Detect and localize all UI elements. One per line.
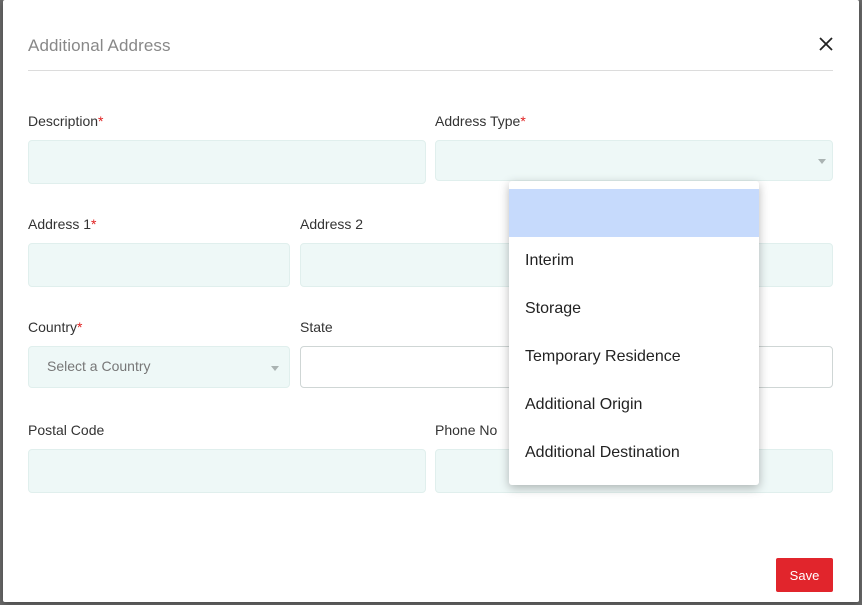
dropdown-option-additional-origin[interactable]: Additional Origin: [509, 381, 759, 429]
address-type-label: Address Type*: [435, 113, 526, 129]
country-select[interactable]: Select a Country: [28, 346, 290, 388]
address-type-dropdown: Interim Storage Temporary Residence Addi…: [509, 181, 759, 485]
required-marker: *: [77, 319, 83, 335]
dropdown-option-interim[interactable]: Interim: [509, 237, 759, 285]
postal-code-label: Postal Code: [28, 422, 105, 438]
title-divider: [28, 70, 833, 71]
required-marker: *: [91, 216, 97, 232]
phone-label: Phone No: [435, 422, 498, 438]
save-button[interactable]: Save: [776, 558, 833, 592]
dropdown-option-storage[interactable]: Storage: [509, 285, 759, 333]
description-label: Description*: [28, 113, 104, 129]
address1-label: Address 1*: [28, 216, 97, 232]
dropdown-option-empty[interactable]: [509, 189, 759, 237]
country-label: Country*: [28, 319, 83, 335]
required-marker: *: [98, 113, 104, 129]
postal-code-input[interactable]: [28, 449, 426, 493]
required-marker: *: [520, 113, 526, 129]
caret-down-icon: [271, 366, 279, 371]
dropdown-option-temporary-residence[interactable]: Temporary Residence: [509, 333, 759, 381]
close-icon[interactable]: [815, 33, 837, 55]
caret-down-icon: [818, 159, 826, 164]
address1-input[interactable]: [28, 243, 290, 287]
address2-label: Address 2: [300, 216, 364, 232]
country-select-placeholder: Select a Country: [47, 358, 151, 374]
dropdown-option-additional-destination[interactable]: Additional Destination: [509, 429, 759, 477]
description-input[interactable]: [28, 140, 426, 184]
address-type-select[interactable]: [435, 140, 833, 181]
modal-title: Additional Address: [28, 36, 171, 55]
state-label: State: [300, 319, 333, 335]
